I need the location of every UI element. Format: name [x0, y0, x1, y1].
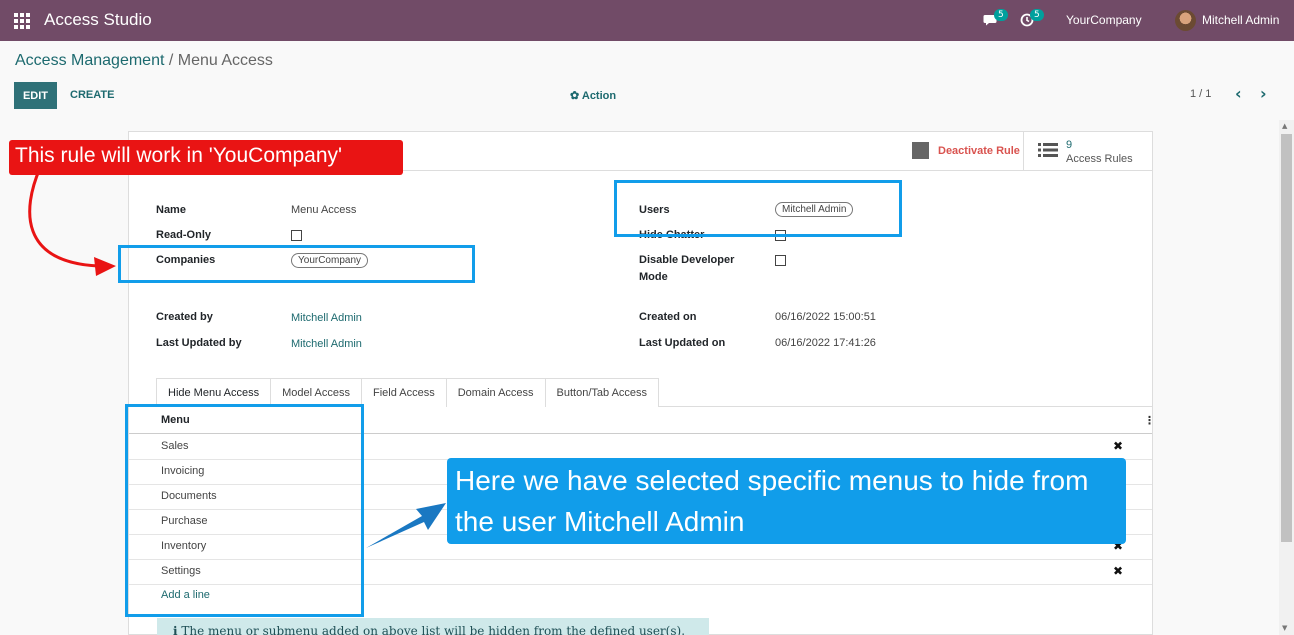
readonly-checkbox[interactable]	[291, 230, 302, 241]
edit-button[interactable]: EDIT	[14, 82, 57, 109]
list-icon[interactable]	[1038, 142, 1058, 158]
created-on-label: Created on	[639, 311, 697, 323]
disable-developer-checkbox[interactable]	[775, 255, 786, 266]
tab-hide-menu-access[interactable]: Hide Menu Access	[156, 378, 272, 407]
info-alert-text: ℹ The menu or submenu added on above lis…	[173, 624, 685, 635]
tab-model-access[interactable]: Model Access	[270, 378, 362, 407]
last-updated-on-value: 06/16/2022 17:41:26	[775, 337, 876, 349]
action-menu-button[interactable]: ✿ Action	[570, 89, 616, 102]
deactivate-rule-label: Deactivate Rule	[938, 145, 1020, 157]
user-menu[interactable]: Mitchell Admin	[1202, 13, 1279, 27]
tab-field-access[interactable]: Field Access	[360, 378, 447, 407]
stop-icon	[912, 142, 929, 159]
scroll-down-arrow-icon[interactable]: ▼	[1282, 624, 1287, 632]
menus-annotation-line2: the user Mitchell Admin	[455, 506, 745, 537]
pager-value[interactable]: 1 / 1	[1190, 88, 1211, 100]
name-label: Name	[156, 204, 186, 216]
scroll-up-arrow-icon[interactable]: ▲	[1282, 122, 1287, 130]
breadcrumb-current: Menu Access	[177, 52, 273, 69]
info-icon: ℹ	[173, 624, 178, 635]
top-navbar: Access Studio 5 5 YourCompany Mitchell A…	[0, 0, 1294, 41]
chevron-left-icon[interactable]: ‹	[1235, 84, 1242, 103]
created-by-value[interactable]: Mitchell Admin	[291, 312, 362, 324]
menus-annotation-callout: Here we have selected specific menus to …	[447, 458, 1126, 544]
readonly-label: Read-Only	[156, 229, 212, 241]
breadcrumb-parent[interactable]: Access Management	[15, 52, 164, 69]
created-by-label: Created by	[156, 311, 213, 323]
gear-icon: ✿	[570, 90, 580, 102]
menus-annotation-line1: Here we have selected specific menus to …	[455, 465, 1089, 496]
optional-columns-icon[interactable]: ⋮	[1144, 414, 1155, 427]
disable-developer-label-cont: Mode	[639, 271, 668, 283]
access-rules-label[interactable]: Access Rules	[1066, 153, 1133, 165]
access-rules-count[interactable]: 9	[1066, 139, 1072, 151]
users-highlight-box	[614, 180, 902, 237]
last-updated-by-value[interactable]: Mitchell Admin	[291, 338, 362, 350]
action-label: Action	[581, 90, 617, 102]
apps-menu-icon[interactable]	[14, 13, 30, 29]
breadcrumb: Access Management / Menu Access	[15, 52, 273, 70]
created-on-value: 06/16/2022 15:00:51	[775, 311, 876, 323]
delete-row-icon[interactable]: ✖	[1113, 564, 1123, 578]
disable-developer-label: Disable Developer	[639, 254, 735, 266]
companies-highlight-box	[118, 245, 475, 283]
tab-domain-access[interactable]: Domain Access	[445, 378, 546, 407]
menu-list-highlight-box	[125, 404, 364, 617]
company-annotation-callout: This rule will work in 'YouCompany'	[9, 140, 403, 175]
last-updated-by-label: Last Updated by	[156, 337, 242, 349]
company-switcher[interactable]: YourCompany	[1066, 13, 1142, 27]
notebook-tabs: Hide Menu Access Model Access Field Acce…	[156, 378, 660, 407]
breadcrumb-separator: /	[168, 52, 174, 69]
app-title[interactable]: Access Studio	[44, 10, 152, 30]
activities-badge: 5	[1030, 9, 1044, 21]
chevron-right-icon[interactable]: ›	[1260, 84, 1267, 103]
delete-row-icon[interactable]: ✖	[1113, 439, 1123, 453]
tab-button-tab-access[interactable]: Button/Tab Access	[544, 378, 660, 407]
user-avatar[interactable]	[1175, 10, 1196, 31]
scrollbar-thumb[interactable]	[1281, 134, 1292, 542]
messages-badge: 5	[994, 9, 1008, 21]
create-button[interactable]: CREATE	[70, 89, 114, 101]
name-value: Menu Access	[291, 204, 357, 216]
last-updated-on-label: Last Updated on	[639, 337, 726, 349]
info-message: The menu or submenu added on above list …	[181, 624, 686, 635]
